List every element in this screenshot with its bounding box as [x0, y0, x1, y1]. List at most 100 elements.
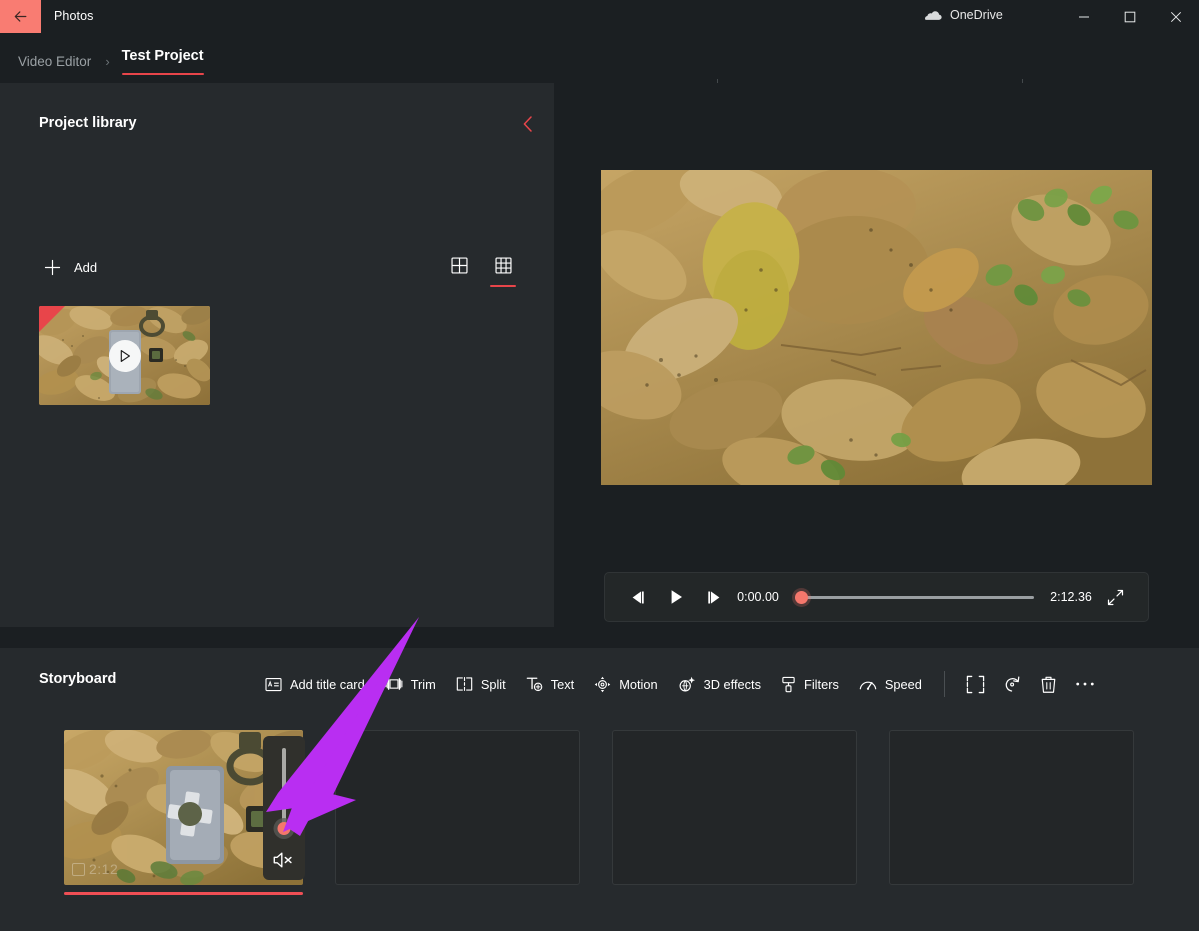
split-label: Split — [481, 677, 506, 692]
library-add-row: Add — [39, 253, 106, 282]
filters-label: Filters — [804, 677, 839, 692]
breadcrumb: Video Editor › Test Project — [14, 47, 206, 75]
library-view-toggles — [444, 251, 518, 281]
rotate-button[interactable] — [994, 668, 1031, 700]
breadcrumb-video-editor[interactable]: Video Editor — [14, 54, 95, 69]
title-bar: Photos OneDrive — [0, 0, 1199, 33]
active-underline — [122, 73, 204, 76]
large-grid-view-button[interactable] — [444, 251, 474, 281]
storyboard-empty-slot-2[interactable] — [612, 730, 857, 885]
playback-knob[interactable] — [795, 591, 808, 604]
storyboard-clip-1[interactable]: 2:12 — [64, 730, 303, 885]
text-label: Text — [551, 677, 574, 692]
storyboard-toolbar: Add title card Trim Split — [255, 664, 1104, 704]
motion-label: Motion — [619, 677, 657, 692]
close-icon — [1170, 11, 1182, 23]
volume-popup — [263, 736, 305, 880]
video-preview-frame[interactable] — [601, 170, 1152, 485]
aspect-ratio-button[interactable] — [957, 668, 994, 700]
window-controls — [1061, 0, 1199, 33]
storyboard-more-button[interactable] — [1066, 668, 1104, 700]
trim-label: Trim — [411, 677, 436, 692]
filters-brush-icon — [781, 676, 796, 693]
storyboard-title: Storyboard — [39, 671, 116, 687]
plus-icon — [43, 258, 62, 277]
onedrive-label: OneDrive — [950, 8, 1003, 22]
sparkle-3d-icon — [678, 676, 696, 693]
add-label: Add — [74, 260, 97, 275]
breadcrumb-current-project[interactable]: Test Project — [120, 47, 206, 75]
minimize-icon — [1078, 11, 1090, 23]
minimize-button[interactable] — [1061, 0, 1107, 33]
speed-button[interactable]: Speed — [849, 668, 932, 700]
expand-icon — [1107, 589, 1124, 606]
grid-3x3-icon — [495, 257, 512, 274]
fullscreen-button[interactable] — [1096, 580, 1134, 614]
clip-selected-underline — [64, 892, 303, 895]
motion-button[interactable]: Motion — [584, 668, 667, 700]
speed-gauge-icon — [859, 677, 877, 692]
video-preview-panel: 0:00.00 2:12.36 — [554, 83, 1199, 627]
ellipsis-icon — [1075, 681, 1095, 687]
playback-controls: 0:00.00 2:12.36 — [604, 572, 1149, 622]
leaf-photo-preview — [601, 170, 1152, 485]
library-item-video-clip[interactable] — [39, 306, 210, 405]
text-button[interactable]: Text — [516, 668, 584, 700]
add-title-card-label: Add title card — [290, 677, 365, 692]
add-media-button[interactable]: Add — [39, 253, 106, 282]
filters-button[interactable]: Filters — [771, 668, 849, 700]
play-overlay-button[interactable] — [109, 340, 141, 372]
aspect-ratio-icon — [966, 675, 985, 694]
split-button[interactable]: Split — [446, 668, 516, 700]
breadcrumb-separator: › — [105, 54, 109, 69]
clip-duration-label: 2:12 — [89, 861, 118, 877]
trim-button[interactable]: Trim — [375, 668, 446, 700]
maximize-button[interactable] — [1107, 0, 1153, 33]
project-library-title: Project library — [39, 115, 137, 131]
project-name-label: Test Project — [122, 48, 204, 64]
back-arrow-icon — [12, 8, 29, 25]
collapse-library-button[interactable] — [514, 110, 542, 138]
speed-label: Speed — [885, 677, 922, 692]
playback-slider[interactable] — [795, 588, 1034, 606]
cloud-icon — [925, 9, 942, 21]
playback-track — [795, 596, 1034, 599]
storyboard-empty-slot-1[interactable] — [335, 730, 580, 885]
previous-frame-icon — [630, 590, 646, 605]
trash-icon — [1040, 675, 1057, 694]
grid-2x2-icon — [451, 257, 468, 274]
motion-icon — [594, 676, 611, 693]
back-button[interactable] — [0, 0, 41, 33]
next-frame-button[interactable] — [695, 580, 733, 614]
chevron-left-icon — [520, 115, 536, 133]
onedrive-status[interactable]: OneDrive — [925, 8, 1003, 22]
volume-slider[interactable] — [282, 748, 286, 828]
small-grid-view-button[interactable] — [488, 251, 518, 281]
previous-frame-button[interactable] — [619, 580, 657, 614]
text-icon — [526, 676, 543, 692]
volume-knob[interactable] — [278, 822, 291, 835]
add-title-card-button[interactable]: Add title card — [255, 668, 375, 700]
view-active-underline — [490, 285, 516, 288]
clip-duration-badge: 2:12 — [72, 861, 118, 877]
rotate-icon — [1003, 675, 1022, 694]
3d-effects-label: 3D effects — [704, 677, 761, 692]
mute-toggle-button[interactable] — [271, 848, 297, 872]
app-title: Photos — [54, 9, 94, 23]
red-corner-flag — [39, 306, 65, 332]
close-button[interactable] — [1153, 0, 1199, 33]
project-library-panel: Project library Add — [0, 83, 554, 627]
total-time-label: 2:12.36 — [1046, 590, 1096, 604]
speaker-mute-icon — [273, 851, 295, 869]
play-button[interactable] — [657, 580, 695, 614]
storyboard-track: 2:12 — [64, 730, 1134, 885]
delete-button[interactable] — [1031, 668, 1066, 700]
maximize-icon — [1124, 11, 1136, 23]
storyboard-panel: Storyboard Add title card Trim — [0, 648, 1199, 931]
storyboard-empty-slot-3[interactable] — [889, 730, 1134, 885]
command-bar: Video Editor › Test Project — [0, 33, 1199, 83]
photos-video-editor-window: Photos OneDrive — [0, 0, 1199, 931]
3d-effects-button[interactable]: 3D effects — [668, 668, 771, 700]
current-time-label: 0:00.00 — [733, 590, 783, 604]
play-icon — [118, 349, 132, 363]
